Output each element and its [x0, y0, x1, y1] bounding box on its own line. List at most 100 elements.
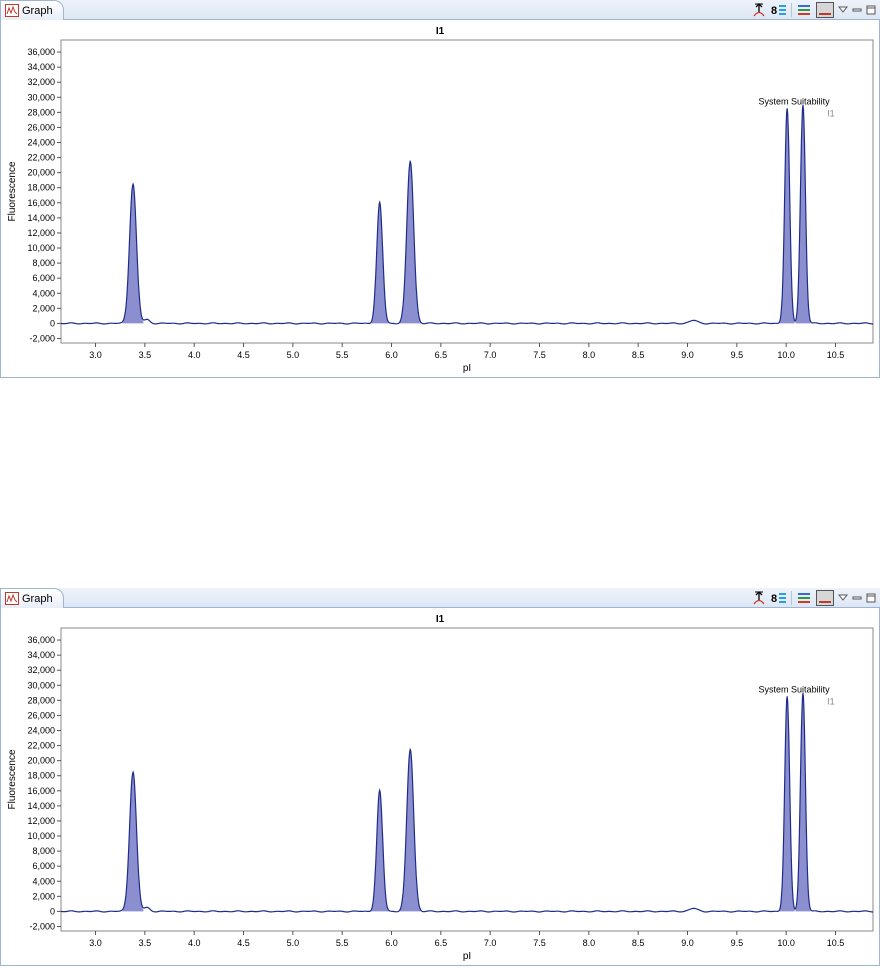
x-tick-label: 9.5: [731, 938, 744, 948]
x-tick-label: 5.0: [287, 938, 300, 948]
svg-text:8: 8: [771, 593, 777, 605]
y-tick-label: 14,000: [27, 801, 55, 811]
x-tick-label: 6.0: [385, 938, 398, 948]
y-tick-label: 26,000: [27, 710, 55, 720]
x-tick-label: 10.5: [827, 350, 845, 360]
color-fill-icon[interactable]: [816, 590, 834, 606]
minimize-icon[interactable]: [852, 5, 862, 15]
x-tick-label: 7.0: [484, 938, 497, 948]
peak-annotation-label: System Suitability: [759, 684, 831, 694]
x-tick-label: 3.5: [139, 938, 152, 948]
x-axis-label: pI: [463, 363, 471, 374]
y-tick-label: 20,000: [27, 168, 55, 178]
fluorescence-chart[interactable]: I1 -2,000 0 2,000 4,000 6,000 8,000 10,000 12,00…: [1, 608, 879, 965]
tab-strip: Graph 8: [0, 0, 880, 20]
y-tick-label: 4,000: [32, 876, 55, 886]
x-tick-label: 5.5: [336, 938, 349, 948]
y-tick-label: 4,000: [32, 288, 55, 298]
y-tick-label: 18,000: [27, 771, 55, 781]
x-tick-label: 10.0: [777, 938, 795, 948]
y-tick-label: 10,000: [27, 243, 55, 253]
y-tick-label: 2,000: [32, 303, 55, 313]
x-tick-label: 5.0: [287, 350, 300, 360]
align-peaks-icon[interactable]: [751, 2, 767, 18]
y-tick-label: 16,000: [27, 198, 55, 208]
minimize-icon[interactable]: [852, 593, 862, 603]
graph-toolbar: 8: [751, 0, 876, 20]
lines-icon[interactable]: [796, 2, 812, 18]
y-tick-label: 0: [50, 318, 55, 328]
y-tick-label: 6,000: [32, 273, 55, 283]
view-menu-icon[interactable]: [838, 593, 848, 603]
plot-area: [60, 627, 874, 932]
tab-graph[interactable]: Graph: [0, 588, 64, 608]
plot-frame: I1 -2,000 0 2,000 4,000 6,000 8,000 10,000 12,00…: [0, 20, 880, 378]
x-tick-label: 10.5: [827, 938, 845, 948]
svg-text:8: 8: [771, 5, 777, 17]
y-tick-label: 12,000: [27, 228, 55, 238]
plot-frame: I1 -2,000 0 2,000 4,000 6,000 8,000 10,000 12,00…: [0, 608, 880, 966]
x-axis-label: pI: [463, 951, 471, 962]
x-tick-label: 8.5: [632, 350, 645, 360]
x-tick-label: 9.0: [681, 350, 694, 360]
y-tick-label: 8,000: [32, 846, 55, 856]
x-tick-label: 3.0: [89, 938, 102, 948]
y-tick-label: 28,000: [27, 107, 55, 117]
x-tick-label: 7.5: [533, 938, 546, 948]
graph-view-icon: [5, 4, 19, 17]
x-tick-label: 4.0: [188, 938, 201, 948]
color-fill-icon[interactable]: [816, 2, 834, 18]
legend-toggle-icon[interactable]: 8: [771, 590, 787, 606]
fluorescence-chart[interactable]: I1 -2,000 0 2,000 4,000 6,000 8,000 10,000 12,00…: [1, 20, 879, 377]
peak-annotation-sublabel: I1: [827, 108, 835, 118]
view-menu-icon[interactable]: [838, 5, 848, 15]
tab-label: Graph: [22, 4, 53, 17]
tab-strip: Graph 8: [0, 588, 880, 608]
graph-panel-1: Graph 8 I1 -2,000 0 2,000 4,000 6,000 8,…: [0, 0, 880, 380]
y-tick-label: 0: [50, 906, 55, 916]
graph-toolbar: 8: [751, 588, 876, 608]
y-tick-label: 30,000: [27, 92, 55, 102]
x-tick-label: 3.5: [139, 350, 152, 360]
x-tick-label: 7.0: [484, 350, 497, 360]
y-tick-label: -2,000: [29, 921, 55, 931]
y-tick-label: 14,000: [27, 213, 55, 223]
y-tick-label: 28,000: [27, 695, 55, 705]
y-tick-label: 36,000: [27, 635, 55, 645]
y-tick-label: 10,000: [27, 831, 55, 841]
y-tick-label: 2,000: [32, 891, 55, 901]
y-tick-label: 6,000: [32, 861, 55, 871]
align-peaks-icon[interactable]: [751, 590, 767, 606]
y-tick-label: 36,000: [27, 47, 55, 57]
x-tick-label: 9.0: [681, 938, 694, 948]
y-tick-label: 8,000: [32, 258, 55, 268]
x-tick-label: 7.5: [533, 350, 546, 360]
x-tick-label: 6.5: [435, 938, 448, 948]
y-tick-label: 22,000: [27, 741, 55, 751]
y-tick-label: 18,000: [27, 183, 55, 193]
y-tick-label: 16,000: [27, 786, 55, 796]
chart-title: I1: [436, 26, 445, 37]
peak-annotation-label: System Suitability: [759, 96, 831, 106]
legend-toggle-icon[interactable]: 8: [771, 2, 787, 18]
tab-graph[interactable]: Graph: [0, 0, 64, 20]
graph-view-icon: [5, 592, 19, 605]
plot-area: [60, 39, 874, 344]
y-tick-label: 12,000: [27, 816, 55, 826]
y-tick-label: 20,000: [27, 756, 55, 766]
y-tick-label: 30,000: [27, 680, 55, 690]
y-tick-label: -2,000: [29, 333, 55, 343]
x-tick-label: 4.5: [237, 350, 250, 360]
y-tick-label: 26,000: [27, 122, 55, 132]
y-tick-label: 34,000: [27, 650, 55, 660]
maximize-icon[interactable]: [866, 5, 876, 15]
toolbar-separator: [791, 3, 792, 17]
maximize-icon[interactable]: [866, 593, 876, 603]
y-axis-label: Fluorescence: [7, 161, 18, 221]
tab-label: Graph: [22, 592, 53, 605]
x-tick-label: 8.0: [583, 350, 596, 360]
chart-title: I1: [436, 614, 445, 625]
x-tick-label: 8.5: [632, 938, 645, 948]
lines-icon[interactable]: [796, 590, 812, 606]
y-tick-label: 32,000: [27, 665, 55, 675]
